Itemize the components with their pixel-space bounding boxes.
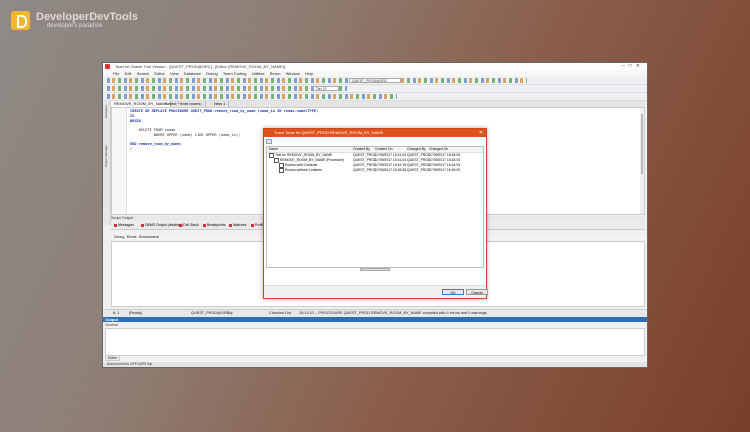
code-line-7: / xyxy=(130,147,133,151)
row-changed-by: QUEST_PROD xyxy=(407,168,431,172)
status-connection: QUEST_PROD@ORC xyxy=(191,311,230,315)
connection-combo[interactable]: QUEST_PROD@ORC xyxy=(349,78,401,83)
breakpoints-icon xyxy=(203,223,206,227)
menu-team-coding[interactable]: Team Coding xyxy=(223,71,247,76)
dbms-icon xyxy=(141,223,144,227)
general-label: General xyxy=(105,323,118,327)
status-mode: Sql xyxy=(227,311,233,315)
menu-database[interactable]: Database xyxy=(184,71,201,76)
tab-messages[interactable]: Messages xyxy=(114,223,134,227)
format-toolbar xyxy=(103,93,647,101)
watermark-title: DeveloperDevTools xyxy=(36,11,138,23)
tier-combo[interactable]: Tier 3? xyxy=(313,86,339,91)
subtab-debug[interactable]: Debug xyxy=(114,235,125,239)
menu-debug[interactable]: Debug xyxy=(206,71,218,76)
table-row[interactable]: Rooms without Contents QUEST_PROD 17/09/20… xyxy=(267,168,483,173)
watermark-subtitle: developer's paradise xyxy=(47,23,103,29)
side-panel: Navigator Project Manager xyxy=(103,101,111,225)
dialog-toolbar-button[interactable] xyxy=(266,139,272,144)
menu-rerun[interactable]: Rerun xyxy=(270,71,281,76)
sidebar-project-manager[interactable]: Project Manager xyxy=(104,145,108,167)
code-line-6: END remove_room_by_name; xyxy=(130,142,182,146)
subtab-environment[interactable]: Environment xyxy=(139,235,159,239)
tab-dbms-output[interactable]: DBMS Output (disabled) xyxy=(141,223,183,227)
tab-watches[interactable]: Watches xyxy=(229,223,247,227)
window-controls[interactable]: –□✕ xyxy=(622,63,644,69)
caps-status: CAPS xyxy=(137,362,147,366)
subtab-errors[interactable]: Errors xyxy=(127,235,137,239)
code-line-4: DELETE FROM rooms xyxy=(130,128,176,132)
app-icon xyxy=(105,64,110,69)
status-checkout: Checked Out xyxy=(269,311,292,315)
watermark-logo: DeveloperDevTools developer's paradise xyxy=(11,11,151,33)
general-output-area[interactable] xyxy=(105,328,645,356)
call-stack-icon xyxy=(179,223,182,227)
editor-button[interactable]: Editor xyxy=(105,355,121,361)
tab-breakpoints[interactable]: Breakpoints xyxy=(203,223,225,227)
close-icon[interactable]: ✕ xyxy=(479,129,483,137)
col-name[interactable]: Name xyxy=(269,147,278,152)
col-created-by[interactable]: Created By xyxy=(353,147,370,152)
logo-icon xyxy=(11,11,30,30)
watches-icon xyxy=(229,223,232,227)
col-created-on[interactable]: Created On xyxy=(375,147,393,152)
dialog-title-bar: Trace Tools for QUEST_PROD.REMOVE_ROOM_B… xyxy=(264,129,486,137)
status-message: 15:13:10 -- PROCEDURE QUEST_PROD.REMOVE_… xyxy=(299,311,487,315)
col-changed-on[interactable]: Changed On xyxy=(429,147,448,152)
menu-utilities[interactable]: Utilities xyxy=(252,71,265,76)
profiler-icon xyxy=(251,223,254,227)
code-line-3: BEGIN xyxy=(130,119,141,123)
menu-view[interactable]: View xyxy=(170,71,179,76)
row-created-by: QUEST_PROD xyxy=(353,168,377,172)
editor-scrollbar[interactable] xyxy=(640,108,644,214)
toolbar-icons[interactable] xyxy=(107,78,527,83)
test-tree-list[interactable]: Name Created By Created On Changed By Ch… xyxy=(266,146,484,268)
editor-toolbar: Tier 3? xyxy=(103,85,647,93)
main-toolbar: QUEST_PROD@ORC xyxy=(103,77,647,85)
ok-button[interactable]: OK xyxy=(442,289,464,295)
menu-help[interactable]: Help xyxy=(305,71,313,76)
dialog-hscroll[interactable] xyxy=(360,268,390,271)
cancel-button[interactable]: Cancel xyxy=(466,289,488,295)
code-line-5: WHERE UPPER (name) LIKE UPPER (name_in); xyxy=(130,133,241,137)
bottom-status-bar: AutoCommit is OFF CAPS Sql xyxy=(103,362,647,367)
messages-icon xyxy=(114,223,117,227)
row-checkbox[interactable] xyxy=(279,168,284,173)
menu-search[interactable]: Search xyxy=(137,71,150,76)
line-gutter xyxy=(112,108,127,214)
cursor-position: 8: 1 xyxy=(113,311,120,315)
code-line-1: CREATE OR REPLACE PROCEDURE QUEST_PROD.r… xyxy=(130,109,319,113)
output-panel-header: Output xyxy=(103,317,647,322)
menu-edit[interactable]: Edit xyxy=(125,71,132,76)
menu-window[interactable]: Window xyxy=(286,71,300,76)
col-changed-by[interactable]: Changed By xyxy=(407,147,426,152)
toolbar-icons-3[interactable] xyxy=(107,94,397,99)
row-name: Rooms without Contents xyxy=(285,168,322,172)
status-state: [Ready] xyxy=(129,311,143,315)
title-bar: Toad for Oracle Trial Version - [QUEST_P… xyxy=(103,63,647,70)
trace-tools-dialog: Trace Tools for QUEST_PROD.REMOVE_ROOM_B… xyxy=(263,128,488,299)
dialog-footer: OK Cancel xyxy=(264,285,488,298)
toolbar-icons-2[interactable] xyxy=(107,86,347,91)
sidebar-navigator[interactable]: Navigator xyxy=(104,105,108,118)
row-changed-on: 17/09/2017 15:45:09 xyxy=(429,168,461,172)
code-line-2: IS xyxy=(130,114,135,118)
autocommit-status[interactable]: AutoCommit is OFF xyxy=(107,362,137,366)
lang-status: Sql xyxy=(147,362,152,366)
window-title: Toad for Oracle Trial Version - [QUEST_P… xyxy=(115,64,286,69)
dialog-title: Trace Tools for QUEST_PROD.REMOVE_ROOM_B… xyxy=(274,130,384,135)
menu-editor[interactable]: Editor xyxy=(154,71,164,76)
row-created-on: 17/09/2017 15:45:38 xyxy=(375,168,407,172)
menu-bar: File Edit Search Editor View Database De… xyxy=(103,70,647,83)
menu-file[interactable]: File xyxy=(113,71,119,76)
tab-call-stack[interactable]: Call Stack xyxy=(179,223,199,227)
status-bar: 8: 1 [Ready] QUEST_PROD@ORC Sql Checked … xyxy=(103,309,647,317)
